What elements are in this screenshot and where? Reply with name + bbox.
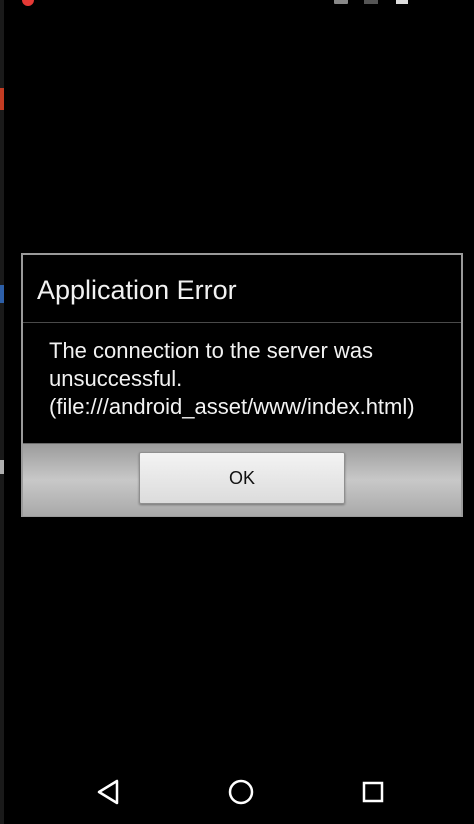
status-bar: [0, 0, 474, 6]
left-edge-mark: [0, 285, 4, 303]
dialog-button-bar: OK: [23, 443, 461, 516]
home-button[interactable]: [223, 774, 259, 810]
battery-icon: [396, 0, 408, 4]
error-dialog: Application Error The connection to the …: [21, 253, 463, 517]
recents-square-icon: [362, 781, 384, 803]
home-circle-icon: [228, 779, 254, 805]
back-triangle-icon: [97, 779, 119, 805]
signal-icon: [334, 0, 348, 4]
notification-dot-icon: [22, 0, 34, 6]
left-edge-mark: [0, 460, 4, 474]
ok-button[interactable]: OK: [139, 452, 345, 504]
dialog-divider: [23, 322, 461, 323]
left-edge-artifact: [0, 0, 4, 824]
phone-screen: Application Error The connection to the …: [0, 0, 474, 824]
back-button[interactable]: [91, 774, 127, 810]
recents-button[interactable]: [355, 774, 391, 810]
dialog-title: Application Error: [37, 275, 237, 305]
wifi-icon: [364, 0, 378, 4]
navigation-bar: [0, 760, 474, 824]
dialog-message: The connection to the server was unsucce…: [49, 338, 415, 419]
left-edge-mark: [0, 88, 4, 110]
